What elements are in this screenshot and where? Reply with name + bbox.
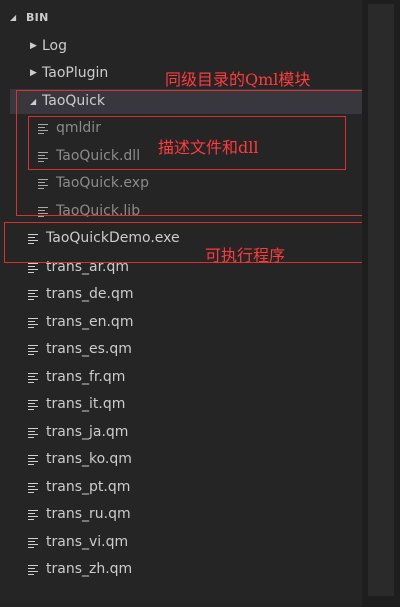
explorer-panel: ◢ BIN ▶ Log ▶ TaoPlugin ◢ TaoQuick qmldi… (0, 0, 386, 607)
tree-item-label: trans_vi.qm (46, 534, 129, 550)
file-text-icon (28, 344, 38, 355)
tree-item-label: trans_fr.qm (46, 369, 126, 385)
tree-item-trans-en[interactable]: trans_en.qm (28, 309, 133, 335)
tree-item-label: trans_it.qm (46, 396, 126, 412)
file-text-icon (28, 537, 38, 548)
tree-item-label: trans_zh.qm (46, 561, 133, 577)
annotation-qml-module: 同级目录的Qml模块 (165, 70, 311, 89)
annotation-descriptor-dll: 描述文件和dll (158, 138, 259, 157)
chevron-down-icon: ◢ (10, 12, 17, 22)
tree-item-label: trans_en.qm (46, 314, 134, 330)
chevron-right-icon: ▶ (30, 41, 37, 51)
tree-item-trans-ko[interactable]: trans_ko.qm (28, 446, 132, 472)
file-text-icon (28, 262, 38, 273)
tree-item-trans-fr[interactable]: trans_fr.qm (28, 364, 125, 390)
tree-item-trans-es[interactable]: trans_es.qm (28, 336, 132, 362)
file-text-icon (28, 317, 38, 328)
tree-item-label: Log (42, 38, 68, 54)
file-text-icon (28, 427, 38, 438)
tree-item-label: trans_ru.qm (46, 506, 131, 522)
tree-item-log[interactable]: ▶ Log (30, 33, 67, 59)
scrollbar[interactable] (362, 0, 400, 607)
scrollbar-thumb[interactable] (368, 4, 394, 596)
tree-item-label: trans_ja.qm (46, 424, 129, 440)
tree-item-label: trans_de.qm (46, 286, 134, 302)
file-text-icon (28, 509, 38, 520)
tree-item-trans-ja[interactable]: trans_ja.qm (28, 419, 128, 445)
file-text-icon (28, 454, 38, 465)
file-text-icon (28, 289, 38, 300)
tree-item-trans-zh[interactable]: trans_zh.qm (28, 556, 132, 582)
tree-item-label: TaoPlugin (42, 65, 109, 81)
tree-item-label: trans_pt.qm (46, 479, 131, 495)
tree-item-trans-vi[interactable]: trans_vi.qm (28, 529, 128, 555)
annotation-box-executable (4, 222, 386, 263)
file-text-icon (28, 482, 38, 493)
file-text-icon (28, 564, 38, 575)
tree-item-label: trans_es.qm (46, 341, 132, 357)
section-header-bin[interactable]: ◢ BIN (0, 4, 362, 30)
tree-item-trans-de[interactable]: trans_de.qm (28, 281, 133, 307)
tree-item-label: trans_ko.qm (46, 451, 132, 467)
file-text-icon (28, 372, 38, 383)
section-title: BIN (26, 10, 49, 24)
tree-item-trans-it[interactable]: trans_it.qm (28, 391, 125, 417)
tree-item-taoplugin[interactable]: ▶ TaoPlugin (30, 60, 108, 86)
annotation-executable: 可执行程序 (205, 246, 286, 265)
chevron-right-icon: ▶ (30, 68, 37, 78)
tree-item-trans-pt[interactable]: trans_pt.qm (28, 474, 130, 500)
tree-item-trans-ru[interactable]: trans_ru.qm (28, 501, 131, 527)
file-text-icon (28, 399, 38, 410)
